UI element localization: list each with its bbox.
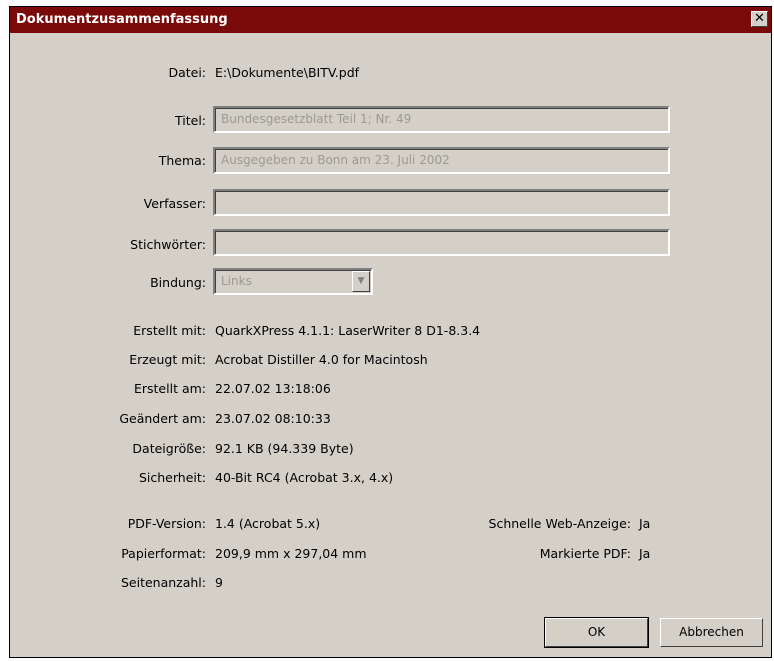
- security-label: Sicherheit:: [138, 470, 206, 485]
- document-summary-dialog: Dokumentzusammenfassung ✕ Datei: E:\Doku…: [9, 6, 772, 658]
- title-bar[interactable]: Dokumentzusammenfassung ✕: [10, 7, 771, 33]
- paper-format-value: 209,9 mm x 297,04 mm: [215, 546, 367, 561]
- created-with-label: Erstellt mit:: [133, 323, 206, 338]
- page-count-label: Seitenanzahl:: [120, 575, 206, 590]
- pdf-version-value: 1.4 (Acrobat 5.x): [215, 516, 321, 531]
- binding-value: Links: [221, 274, 252, 288]
- tagged-pdf-label: Markierte PDF:: [539, 546, 631, 561]
- keywords-field[interactable]: [213, 229, 670, 256]
- title-label: Titel:: [175, 113, 206, 128]
- fast-web-view-label: Schnelle Web-Anzeige:: [488, 516, 631, 531]
- author-field[interactable]: [213, 189, 670, 216]
- pdf-version-label: PDF-Version:: [127, 516, 206, 531]
- tagged-pdf-value: Ja: [639, 546, 651, 561]
- author-label: Verfasser:: [143, 196, 206, 211]
- created-with-value: QuarkXPress 4.1.1: LaserWriter 8 D1-8.3.…: [215, 323, 481, 338]
- chevron-down-icon[interactable]: ▼: [352, 271, 370, 292]
- cancel-button[interactable]: Abbrechen: [660, 618, 763, 647]
- keywords-label: Stichwörter:: [130, 237, 206, 252]
- created-on-label: Erstellt am:: [133, 381, 206, 396]
- security-value: 40-Bit RC4 (Acrobat 3.x, 4.x): [215, 470, 394, 485]
- produced-with-value: Acrobat Distiller 4.0 for Macintosh: [215, 352, 428, 367]
- modified-on-label: Geändert am:: [119, 411, 206, 426]
- window-title: Dokumentzusammenfassung: [16, 12, 228, 27]
- subject-field[interactable]: Ausgegeben zu Bonn am 23. Juli 2002: [213, 147, 670, 174]
- fast-web-view-value: Ja: [639, 516, 651, 531]
- modified-on-value: 23.07.02 08:10:33: [215, 411, 331, 426]
- file-size-value: 92.1 KB (94.339 Byte): [215, 441, 354, 456]
- file-label: Datei:: [168, 65, 206, 80]
- binding-label: Bindung:: [150, 275, 206, 290]
- paper-format-label: Papierformat:: [121, 546, 206, 561]
- produced-with-label: Erzeugt mit:: [129, 352, 206, 367]
- created-on-value: 22.07.02 13:18:06: [215, 381, 331, 396]
- title-field[interactable]: Bundesgesetzblatt Teil 1; Nr. 49: [213, 106, 670, 133]
- subject-label: Thema:: [158, 153, 206, 168]
- page-count-value: 9: [215, 575, 223, 590]
- close-icon[interactable]: ✕: [751, 11, 768, 27]
- ok-button[interactable]: OK: [544, 617, 649, 648]
- file-size-label: Dateigröße:: [132, 441, 206, 456]
- file-value: E:\Dokumente\BITV.pdf: [215, 65, 360, 80]
- binding-select[interactable]: Links ▼: [213, 268, 373, 295]
